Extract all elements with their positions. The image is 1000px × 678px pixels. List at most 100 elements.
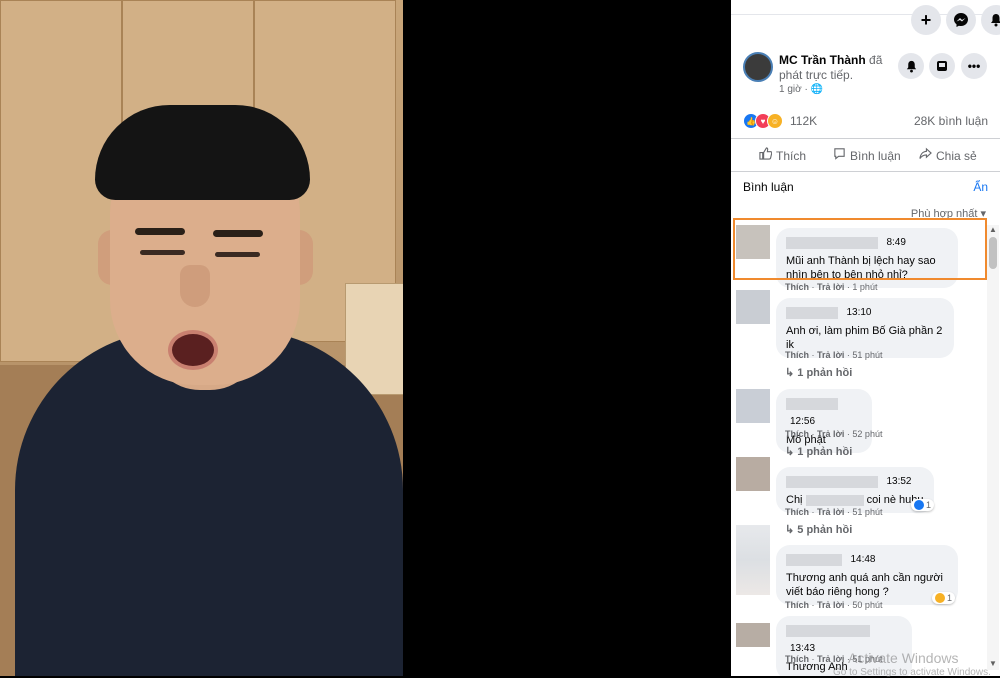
commenter-avatar[interactable] xyxy=(736,290,770,324)
comment-like-link[interactable]: Thích xyxy=(785,654,809,664)
share-button[interactable]: Chia sẻ xyxy=(919,147,977,163)
video-area[interactable] xyxy=(0,0,731,676)
reply-arrow-icon: ↳ xyxy=(785,446,795,458)
like-reaction-icon xyxy=(914,500,924,510)
reply-arrow-icon: ↳ xyxy=(785,524,795,536)
comment-like-link[interactable]: Thích xyxy=(785,350,809,360)
comment-reply-link[interactable]: Trả lời xyxy=(817,600,844,610)
comment-age[interactable]: 1 phút xyxy=(852,282,877,292)
bell-icon[interactable] xyxy=(898,53,924,79)
reaction-count: 112K xyxy=(790,114,818,128)
comment-timestamp[interactable]: 12:56 xyxy=(790,416,815,427)
share-label: Chia sẻ xyxy=(936,149,977,163)
commenter-avatar[interactable] xyxy=(736,623,770,647)
person-eye xyxy=(140,250,185,255)
post-time[interactable]: 1 giờ · 🌐 xyxy=(779,84,823,95)
commenter-name-redacted[interactable] xyxy=(786,553,842,566)
comment-timestamp[interactable]: 13:10 xyxy=(846,307,871,318)
comment-reply-link[interactable]: Trả lời xyxy=(817,507,844,517)
person-eye xyxy=(215,252,260,257)
post-actions: Thích Bình luận Chia sẻ xyxy=(731,138,1000,172)
reactions-summary[interactable]: 👍 ♥ ☺ 112K 28K bình luận xyxy=(743,113,988,129)
comment-meta: Thích · Trả lời · 50 phút xyxy=(785,600,883,610)
comments-heading: Bình luận xyxy=(743,180,794,194)
more-icon[interactable]: ••• xyxy=(961,53,987,79)
messenger-icon[interactable] xyxy=(946,5,976,35)
comment-bubble: 14:48 Thương anh quá anh cần người viết … xyxy=(776,545,958,605)
post-side-panel: + MC Trần Thành đã phát trực tiếp. 1 giờ… xyxy=(731,0,1000,676)
person-mouth xyxy=(168,330,218,370)
comment-button[interactable]: Bình luận xyxy=(833,147,901,163)
highlight-annotation xyxy=(733,218,987,280)
comment-timestamp[interactable]: 13:52 xyxy=(886,476,911,487)
comment-reply-link[interactable]: Trả lời xyxy=(817,282,844,292)
replies-count: 5 phản hồi xyxy=(797,524,853,536)
author-avatar[interactable] xyxy=(743,52,773,82)
reply-arrow-icon: ↳ xyxy=(785,367,795,379)
commenter-name-redacted[interactable] xyxy=(786,306,838,319)
comment-reply-link[interactable]: Trả lời xyxy=(817,350,844,360)
commenter-avatar[interactable] xyxy=(736,525,770,595)
comment-meta: Thích · Trả lời · 52 phút xyxy=(785,429,883,439)
comment-timestamp[interactable]: 13:43 xyxy=(790,643,815,654)
like-button[interactable]: Thích xyxy=(759,147,806,163)
comment-like-link[interactable]: Thích xyxy=(785,282,809,292)
author-name[interactable]: MC Trần Thành xyxy=(779,53,866,67)
care-reaction-icon: ☺ xyxy=(767,113,783,129)
save-icon[interactable] xyxy=(929,53,955,79)
comment-meta: Thích · Trả lời · 51 phút xyxy=(785,507,883,517)
comment-text: Anh ơi, làm phim Bố Già phần 2 ik xyxy=(786,325,943,351)
comment-like-link[interactable]: Thích xyxy=(785,429,809,439)
comment-age[interactable]: 50 phút xyxy=(852,600,882,610)
person-eyebrow xyxy=(213,230,263,237)
hide-comments-link[interactable]: Ẩn xyxy=(973,180,988,194)
commenter-avatar[interactable] xyxy=(736,457,770,491)
activate-windows-subtitle: Go to Settings to activate Windows. xyxy=(833,667,991,678)
commenter-name-redacted[interactable] xyxy=(786,624,870,637)
like-label: Thích xyxy=(776,149,807,163)
scroll-thumb[interactable] xyxy=(989,237,997,269)
replies-count: 1 phản hồi xyxy=(797,446,853,458)
comment-timestamp[interactable]: 14:48 xyxy=(850,554,875,565)
comment-like-link[interactable]: Thích xyxy=(785,600,809,610)
comment-meta: Thích · Trả lời · 51 phút xyxy=(785,350,883,360)
reaction-count: 1 xyxy=(926,500,932,510)
comment-age[interactable]: 51 phút xyxy=(852,507,882,517)
activate-windows-watermark: Activate Windows xyxy=(848,650,959,666)
plus-icon[interactable]: + xyxy=(911,5,941,35)
comment-age[interactable]: 51 phút xyxy=(852,350,882,360)
comment-reactions[interactable]: 1 xyxy=(911,499,935,511)
comment-reply-link[interactable]: Trả lời xyxy=(817,429,844,439)
like-icon xyxy=(759,147,773,163)
scroll-up-arrow-icon[interactable]: ▲ xyxy=(989,225,997,234)
reaction-count: 1 xyxy=(947,593,953,603)
post-header: MC Trần Thành đã phát trực tiếp. 1 giờ ·… xyxy=(743,52,993,102)
view-replies-link[interactable]: ↳ 1 phản hồi xyxy=(785,445,852,458)
comment-text: Chị coi nè huhu xyxy=(786,493,924,507)
post-author: MC Trần Thành đã phát trực tiếp. xyxy=(779,53,909,83)
comment-count[interactable]: 28K bình luận xyxy=(914,114,988,128)
commenter-avatar[interactable] xyxy=(736,389,770,423)
comment-icon xyxy=(833,147,846,163)
commenter-name-redacted[interactable] xyxy=(786,397,838,410)
comment-text: Thương anh quá anh cần người viết báo ri… xyxy=(786,572,943,598)
commenter-name-redacted[interactable] xyxy=(786,475,878,488)
comment-like-link[interactable]: Thích xyxy=(785,507,809,517)
mentioned-name-redacted[interactable] xyxy=(805,494,864,506)
view-replies-link[interactable]: ↳ 5 phản hồi xyxy=(785,523,852,536)
person-eyebrow xyxy=(135,228,185,235)
comment-bubble: 12:56 Mô phật xyxy=(776,389,872,453)
view-replies-link[interactable]: ↳ 1 phản hồi xyxy=(785,366,852,379)
person-nose xyxy=(180,265,210,307)
haha-reaction-icon xyxy=(935,593,945,603)
comment-label: Bình luận xyxy=(850,149,901,163)
comment-age[interactable]: 52 phút xyxy=(852,429,882,439)
notifications-icon[interactable] xyxy=(981,5,1000,35)
comments-scrollbar[interactable]: ▲ ▼ xyxy=(987,225,999,670)
comment-reply-link[interactable]: Trả lời xyxy=(817,654,844,664)
person-hair xyxy=(95,105,310,200)
comment-text-prefix: Chị xyxy=(786,494,803,506)
comment-reactions[interactable]: 1 xyxy=(932,592,956,604)
replies-count: 1 phản hồi xyxy=(797,367,853,379)
live-video[interactable] xyxy=(0,0,403,676)
